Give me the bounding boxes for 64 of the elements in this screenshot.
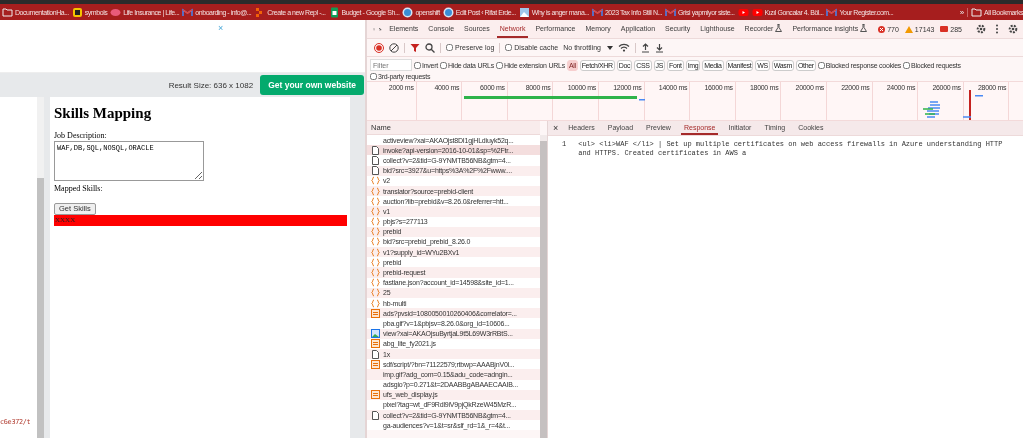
checkbox[interactable] [505,44,513,51]
folder-icon [2,6,13,18]
braces-icon [371,186,380,196]
braces-icon [371,176,380,186]
braces-icon [371,268,380,278]
result-size-text: Result Size: 636 x 1082 [168,80,254,90]
checkbox[interactable] [414,61,421,69]
braces-icon [371,278,380,288]
clear-icon [389,42,399,53]
checkbox[interactable] [440,61,447,69]
braces-icon [371,217,380,227]
document-icon [371,349,380,359]
mail-icon [591,6,603,18]
error-icon [878,25,886,33]
sheet-icon [328,6,340,18]
search-icon [425,42,435,53]
document-icon [371,410,380,420]
checkbox[interactable] [446,44,453,51]
mail-icon [665,6,677,18]
square-icon [71,6,83,18]
page-heading: Skills Mapping [54,105,153,122]
picture-icon [518,6,530,18]
checkbox[interactable] [817,61,825,69]
braces-icon [371,298,380,308]
filter-icon [410,42,420,53]
folder-icon [971,6,983,18]
video-icon [737,6,749,18]
warning-icon [904,25,913,33]
video-icon [751,6,763,18]
script-icon [371,359,380,369]
more-bookmarks-button[interactable]: » [956,7,969,17]
script-icon [371,390,380,400]
issues-icon [940,25,949,33]
braces-icon [371,196,380,206]
mail-icon [826,6,838,18]
more-icon [995,24,999,34]
blob-icon [110,6,122,18]
checkbox[interactable] [370,73,377,80]
script-icon [371,339,380,349]
caret-icon [607,45,613,50]
field-label: Job Description: [54,131,108,140]
braces-icon [371,257,380,267]
braces-icon [371,206,380,216]
settings-icon [976,24,986,34]
braces-icon [371,247,380,257]
upload-icon [641,42,650,53]
scrollbar[interactable] [540,135,547,438]
wifi-icon [618,43,630,52]
braces-icon [371,288,380,298]
bookmark[interactable] [737,6,749,18]
globe-icon [402,6,414,18]
download-icon [655,42,664,53]
mail-icon [182,6,194,18]
script-icon [371,308,380,318]
braces-icon [371,237,380,247]
image-icon [371,329,380,339]
field-label: Mapped Skills: [54,184,104,193]
checkbox[interactable] [495,61,503,69]
globe-icon [442,6,454,18]
checkbox[interactable] [903,61,911,69]
close-button[interactable]: × [553,123,559,133]
scrollbar[interactable] [37,97,44,438]
settings-icon [1008,24,1018,34]
braces-icon [371,227,380,237]
